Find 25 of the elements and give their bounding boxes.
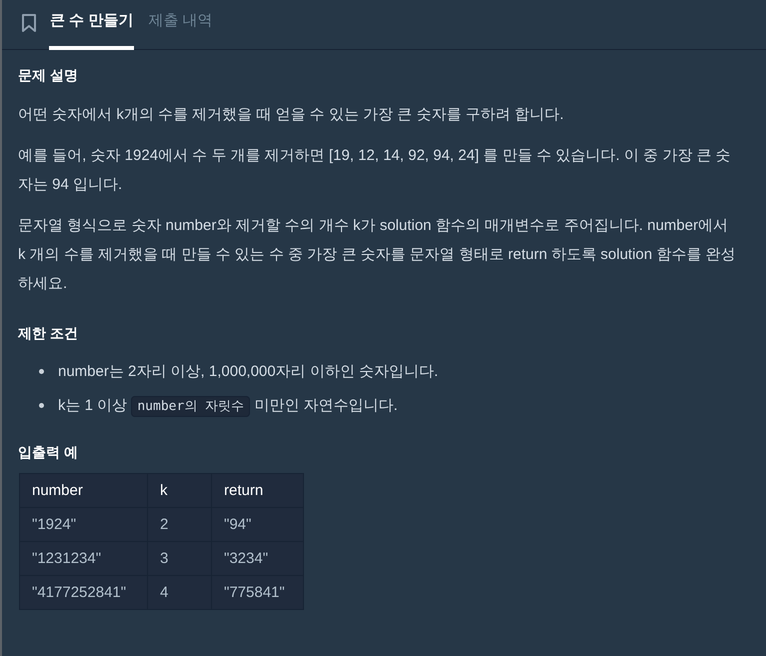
table-cell: "1231234" [20,542,148,576]
constraint-text: number는 2자리 이상, 1,000,000자리 이하인 숫자입니다. [58,362,438,380]
bookmark-icon[interactable] [22,14,36,32]
description-paragraph: 문자열 형식으로 숫자 number와 제거할 수의 개수 k가 solution 함수의 매개변수로 주어집니다. number에서 k 개의 수를 제거했을 때 만들 수 있는 수 중 가장 큰 숫자를 문자열 형태로 return 하도록 solution 함수를 완성하세요. [18,216,737,294]
description-paragraph: 어떤 숫자에서 k개의 수를 제거했을 때 얻을 수 있는 가장 큰 숫자를 구하려 합니다. [18,105,565,125]
description-paragraph: 예를 들어, 숫자 1924에서 수 두 개를 제거하면 [19, 12, 14, 92, 94, 24] 를 만들 수 있습니다. 이 중 가장 큰 숫자는 94 입니다. [18,146,732,195]
constraint-text: k는 1 이상 number의 자릿수 미만인 자연수입니다. [58,396,398,414]
bullet-icon [39,402,44,408]
table-cell: "775841" [212,576,304,610]
inline-code: number의 자릿수 [131,396,250,416]
section-heading: 입출력 예 [18,443,79,462]
section-heading: 제한 조건 [18,324,79,343]
table-cell: 3 [148,542,212,576]
section-heading: 문제 설명 [18,66,79,85]
tab[interactable]: 큰 수 만들기 [49,0,134,50]
column-header: number [20,474,148,508]
table-cell: 4 [148,576,212,610]
column-header: return [212,474,304,508]
table-cell: "1924" [20,508,148,542]
table-cell: "4177252841" [20,576,148,610]
column-header: k [148,474,212,508]
table-cell: "94" [212,508,304,542]
table-cell: 2 [148,508,212,542]
table-cell: "3234" [212,542,304,576]
bullet-icon [39,368,44,374]
